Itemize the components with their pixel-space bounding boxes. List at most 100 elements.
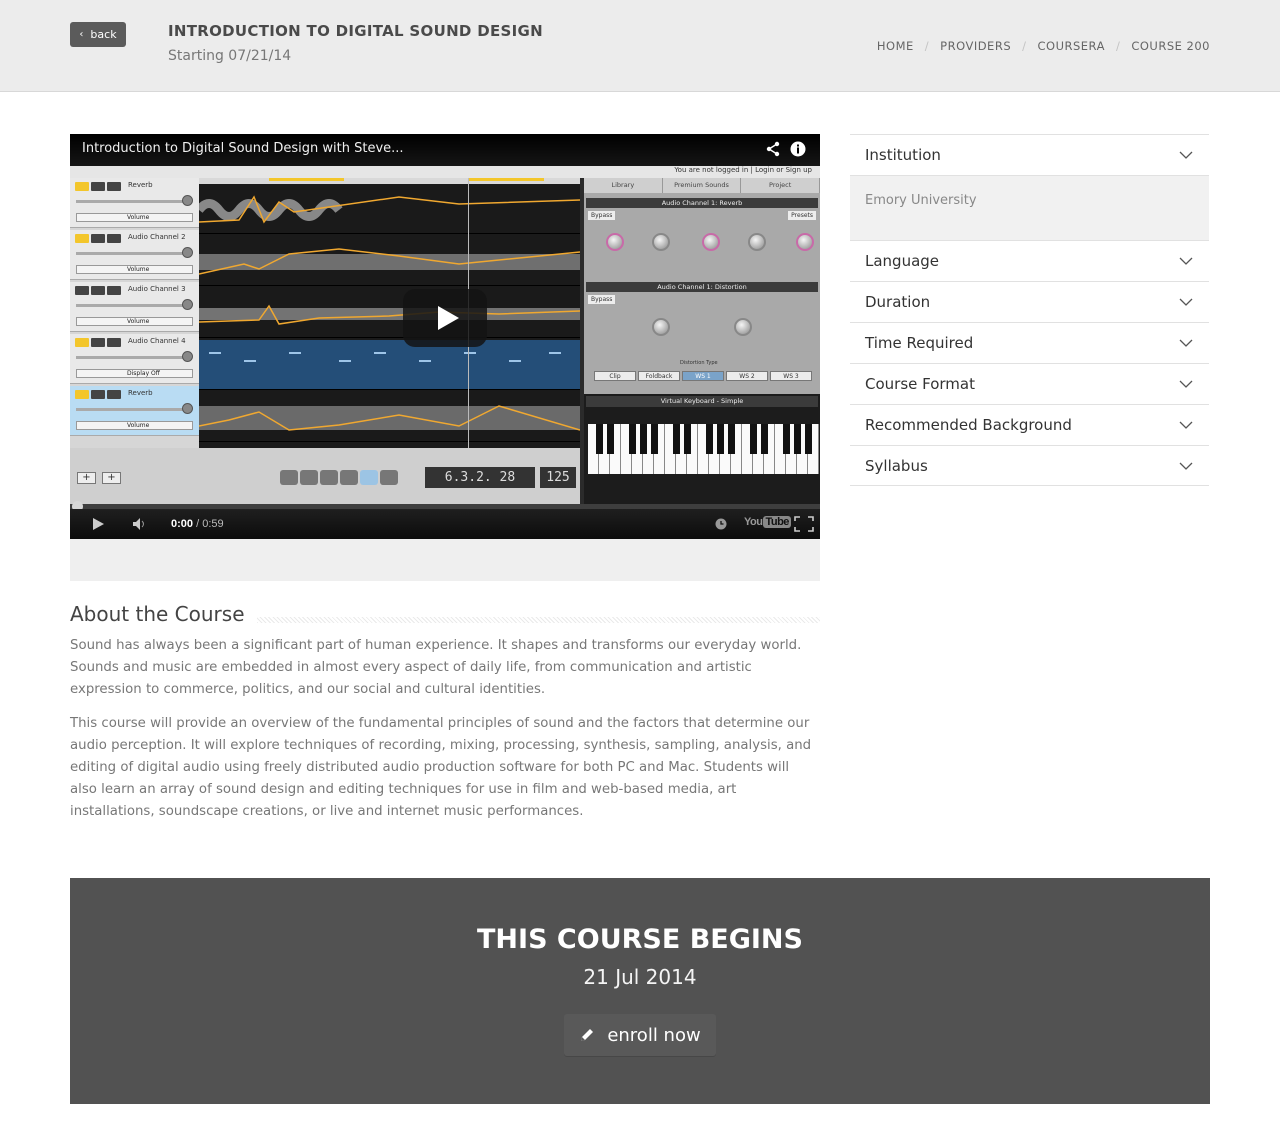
breadcrumb-separator: / — [1022, 39, 1027, 53]
piano-black-key — [805, 424, 812, 454]
course-title: INTRODUCTION TO DIGITAL SOUND DESIGN — [168, 22, 543, 40]
track-lane — [199, 392, 580, 442]
video-player[interactable]: Introduction to Digital Sound Design wit… — [70, 134, 820, 539]
accordion-label: Duration — [865, 293, 931, 311]
add-track-icon: + — [102, 472, 121, 484]
track-header: Audio Channel 2 Volume — [70, 230, 199, 280]
volume-button[interactable] — [130, 516, 150, 532]
clock-icon — [715, 518, 727, 530]
accordion-institution[interactable]: Institution — [850, 134, 1209, 175]
automation-select: Volume — [76, 213, 193, 222]
dial-icon — [652, 318, 670, 336]
track-name: Audio Channel 3 — [128, 285, 186, 293]
tempo-display: 125 — [540, 467, 576, 488]
piano-black-key — [640, 424, 647, 454]
dial-icon — [796, 233, 814, 251]
current-time: 0:00 — [171, 518, 194, 530]
track-name: Audio Channel 4 — [128, 337, 186, 345]
track-headers: Reverb Volume Audio Channel 2 Volume Aud… — [70, 178, 199, 448]
share-icon[interactable] — [764, 140, 782, 158]
automation-select: Display Off — [76, 369, 193, 378]
piano-black-key — [794, 424, 801, 454]
about-paragraph: Sound has always been a significant part… — [70, 638, 802, 697]
info-icon[interactable] — [789, 140, 807, 158]
fx-tab: Library — [584, 178, 663, 193]
daw-toolbar: You are not logged in | Login or Sign up — [70, 166, 820, 178]
chevron-down-icon — [1179, 339, 1193, 347]
fx-tabs: Library Premium Sounds Project — [584, 178, 820, 193]
virtual-keyboard: Virtual Keyboard - Simple — [584, 394, 820, 504]
track-header: Audio Channel 4 Display Off — [70, 334, 199, 384]
accordion-syllabus[interactable]: Syllabus — [850, 445, 1209, 486]
chevron-left-icon: ‹ — [79, 29, 84, 40]
accordion-label: Syllabus — [865, 457, 928, 475]
accordion-course-format[interactable]: Course Format — [850, 363, 1209, 404]
accordion-label: Recommended Background — [865, 416, 1072, 434]
breadcrumb-providers[interactable]: PROVIDERS — [940, 39, 1011, 53]
enroll-label: enroll now — [607, 1024, 701, 1046]
begins-heading: THIS COURSE BEGINS — [477, 924, 803, 955]
pencil-icon — [581, 1029, 594, 1041]
play-overlay-button[interactable] — [403, 289, 487, 347]
piano-black-key — [673, 424, 680, 454]
breadcrumb-coursera[interactable]: COURSERA — [1038, 39, 1105, 53]
track-name: Audio Channel 2 — [128, 233, 186, 241]
distortion-type: WS 1 — [682, 371, 724, 381]
add-track-icon: + — [77, 472, 96, 484]
distortion-type-label: Distortion Type — [680, 360, 718, 366]
course-start-date: Starting 07/21/14 — [168, 48, 292, 64]
enroll-button[interactable]: enroll now — [564, 1014, 716, 1056]
track-lane — [199, 184, 580, 234]
about-paragraph: This course will provide an overview of … — [70, 716, 812, 819]
loop-icon — [380, 470, 398, 485]
course-begins-panel: THIS COURSE BEGINS 21 Jul 2014 enroll no… — [70, 878, 1210, 1104]
play-icon — [437, 306, 459, 330]
accordion-label: Time Required — [865, 334, 974, 352]
automation-select: Volume — [76, 265, 193, 274]
track-header: Reverb Volume — [70, 178, 199, 228]
youtube-logo[interactable]: You Tube — [744, 516, 791, 528]
automation-select: Volume — [76, 421, 193, 430]
piano-black-key — [728, 424, 735, 454]
fullscreen-button[interactable] — [793, 516, 815, 532]
track-lane — [199, 236, 580, 286]
piano-black-key — [629, 424, 636, 454]
rewind-icon — [280, 470, 298, 485]
video-footer-bar — [70, 539, 820, 581]
position-display: 6.3.2. 28 — [425, 467, 535, 488]
accordion-language[interactable]: Language — [850, 240, 1209, 281]
accordion-label: Course Format — [865, 375, 975, 393]
volume-icon — [133, 518, 144, 530]
institution-value: Emory University — [865, 193, 977, 208]
distortion-type: WS 2 — [726, 371, 768, 381]
play-button[interactable] — [88, 516, 108, 532]
breadcrumb-separator: / — [1115, 39, 1121, 53]
piano-black-key — [717, 424, 724, 454]
accordion-time-required[interactable]: Time Required — [850, 322, 1209, 363]
chevron-down-icon — [1179, 298, 1193, 306]
accordion-recommended-background[interactable]: Recommended Background — [850, 404, 1209, 445]
piano-black-key — [706, 424, 713, 454]
effects-panel: Library Premium Sounds Project Audio Cha… — [584, 178, 820, 394]
automation-select: Volume — [76, 317, 193, 326]
play-icon — [360, 470, 378, 485]
video-controls: 0:00 / 0:59 You Tube — [70, 509, 820, 539]
fx-header: Audio Channel 1: Reverb — [586, 198, 818, 208]
chevron-down-icon — [1179, 257, 1193, 265]
fx-tab: Project — [741, 178, 820, 193]
piano-black-key — [783, 424, 790, 454]
breadcrumb-course: COURSE 200 — [1131, 39, 1210, 53]
accordion-duration[interactable]: Duration — [850, 281, 1209, 322]
distortion-type: Foldback — [638, 371, 680, 381]
track-lane — [199, 340, 580, 390]
piano-black-key — [651, 424, 658, 454]
video-title[interactable]: Introduction to Digital Sound Design wit… — [82, 141, 404, 156]
breadcrumb-home[interactable]: HOME — [877, 39, 914, 53]
back-button[interactable]: ‹ back — [70, 22, 126, 47]
course-details-accordion: Institution Emory University Language Du… — [850, 134, 1209, 486]
daw-transport: + + 6.3.2. 28 125 — [70, 448, 580, 504]
watch-later-button[interactable] — [714, 517, 728, 531]
knob-icon — [182, 351, 193, 362]
video-title-bar: Introduction to Digital Sound Design wit… — [70, 134, 820, 166]
about-heading: About the Course — [70, 602, 257, 626]
